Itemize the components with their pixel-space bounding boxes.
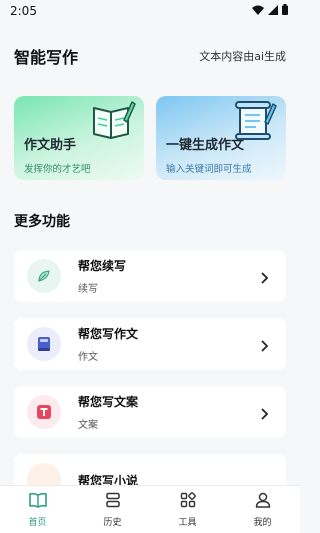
notebook-pen-icon (90, 100, 136, 144)
essay-assistant-card[interactable]: 作文助手 发挥你的才艺吧 (14, 96, 144, 180)
open-book-icon (28, 492, 47, 512)
chevron-right-icon (260, 405, 269, 424)
tools-grid-icon (180, 491, 196, 512)
history-icon (105, 492, 121, 512)
ai-generated-note: 文本内容由ai生成 (199, 50, 286, 63)
feather-icon (27, 259, 61, 293)
one-click-essay-card[interactable]: 一键生成作文 输入关键词即可生成 (156, 96, 286, 180)
status-icons (252, 4, 288, 18)
status-bar: 2:05 (0, 0, 300, 22)
tab-home[interactable]: 首页 (8, 492, 68, 528)
tab-tools[interactable]: 工具 (158, 491, 218, 528)
tab-label: 工具 (178, 517, 197, 528)
tab-label: 我的 (253, 517, 272, 528)
section-title: 更多功能 (14, 214, 70, 230)
tab-label: 首页 (28, 517, 47, 528)
feature-subtitle: 文案 (78, 420, 98, 431)
scroll-pen-icon (232, 100, 278, 144)
card-subtitle: 发挥你的才艺吧 (24, 164, 91, 175)
tab-label: 历史 (103, 517, 122, 528)
feature-title: 帮您写作文 (78, 327, 139, 341)
book-icon (27, 327, 61, 361)
signal-icon (268, 4, 278, 18)
feature-title: 帮您续写 (78, 259, 127, 273)
page-title: 智能写作 (14, 48, 79, 67)
tab-history[interactable]: 历史 (83, 492, 143, 528)
feature-title: 帮您写文案 (78, 395, 139, 409)
wifi-icon (252, 4, 264, 18)
chevron-right-icon (260, 337, 269, 356)
status-time: 2:05 (10, 4, 37, 18)
text-t-icon (27, 395, 61, 429)
feature-subtitle: 续写 (78, 284, 98, 295)
tab-profile[interactable]: 我的 (233, 492, 293, 528)
feature-subtitle: 作文 (78, 352, 98, 363)
battery-icon (282, 4, 288, 18)
card-subtitle: 输入关键词即可生成 (166, 164, 252, 175)
bottom-tab-bar: 首页 历史 工具 我的 (0, 485, 300, 533)
write-essay-item[interactable]: 帮您写作文 作文 (14, 318, 286, 370)
user-icon (255, 492, 271, 512)
write-copy-item[interactable]: 帮您写文案 文案 (14, 386, 286, 438)
continue-writing-item[interactable]: 帮您续写 续写 (14, 250, 286, 302)
chevron-right-icon (260, 269, 269, 288)
header: 智能写作 文本内容由ai生成 (14, 44, 286, 68)
